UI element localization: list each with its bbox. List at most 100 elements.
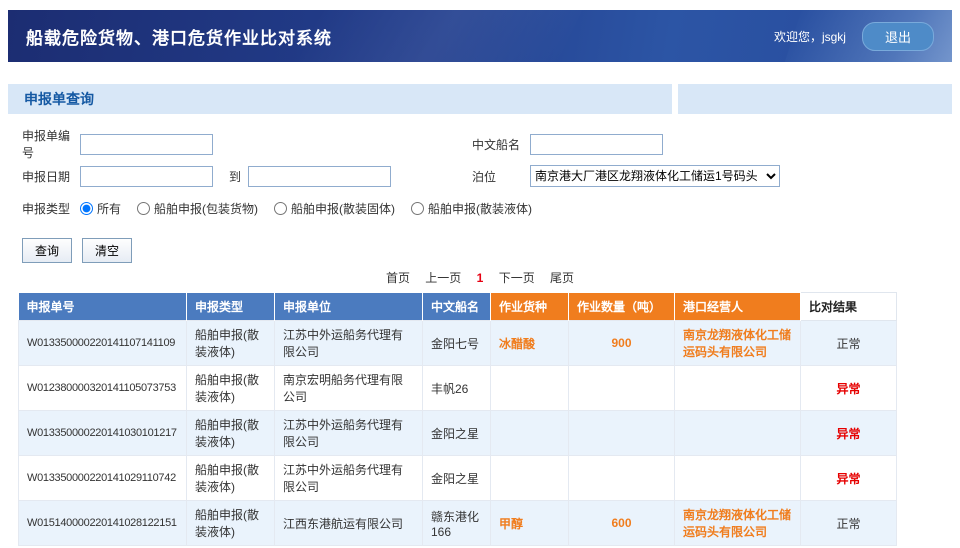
col-declaration-unit: 申报单位 bbox=[275, 293, 423, 321]
table-row: W013350000220141107141109 船舶申报(散装液体) 江苏中… bbox=[19, 321, 897, 366]
form-group-berth: 泊位 南京港大厂港区龙翔液体化工储运1号码头 bbox=[472, 160, 780, 192]
cell-port-operator: 南京龙翔液体化工储运码头有限公司 bbox=[675, 321, 801, 366]
cell-compare-result: 异常 bbox=[801, 456, 897, 501]
declare-type-label: 申报类型 bbox=[22, 200, 80, 217]
cell-cargo-type bbox=[491, 456, 569, 501]
app-title: 船载危险货物、港口危货作业比对系统 bbox=[26, 24, 332, 49]
type-radio-packaged-input[interactable] bbox=[137, 202, 150, 215]
type-radio-all-label: 所有 bbox=[97, 200, 121, 217]
pagination: 首页 上一页 1 下一页 尾页 bbox=[8, 269, 952, 286]
section-bar-side bbox=[678, 84, 952, 114]
cell-ship-name: 丰帆26 bbox=[423, 366, 491, 411]
cell-port-operator: 南京龙翔液体化工储运码头有限公司 bbox=[675, 501, 801, 546]
cell-compare-result: 异常 bbox=[801, 411, 897, 456]
berth-select[interactable]: 南京港大厂港区龙翔液体化工储运1号码头 bbox=[530, 165, 780, 187]
query-form: 申报单编号 中文船名 申报日期 到 泊位 南京港大厂港区龙翔液体化工储运1号码头… bbox=[8, 114, 952, 224]
col-port-operator: 港口经营人 bbox=[675, 293, 801, 321]
table-row: W013350000220141029110742 船舶申报(散装液体) 江苏中… bbox=[19, 456, 897, 501]
type-radio-bulk-liquid-input[interactable] bbox=[411, 202, 424, 215]
form-group-ship-name: 中文船名 bbox=[472, 128, 663, 160]
cell-quantity bbox=[569, 411, 675, 456]
ship-name-label: 中文船名 bbox=[472, 136, 530, 153]
type-radio-packaged-label: 船舶申报(包装货物) bbox=[154, 200, 258, 217]
type-radio-bulk-solid-input[interactable] bbox=[274, 202, 287, 215]
page-title: 申报单查询 bbox=[24, 89, 94, 109]
declaration-no-label: 申报单编号 bbox=[22, 127, 80, 161]
type-radio-bulk-liquid[interactable]: 船舶申报(散装液体) bbox=[411, 200, 532, 217]
table-row: W015140000220141028122151 船舶申报(散装液体) 江西东… bbox=[19, 501, 897, 546]
type-radio-bulk-solid-label: 船舶申报(散装固体) bbox=[291, 200, 395, 217]
declare-date-label: 申报日期 bbox=[22, 168, 80, 185]
cell-cargo-type: 甲醇 bbox=[491, 501, 569, 546]
top-header: 船载危险货物、港口危货作业比对系统 欢迎您，jsgkj 退出 bbox=[8, 10, 952, 62]
cell-declaration-unit: 江西东港航运有限公司 bbox=[275, 501, 423, 546]
cell-port-operator bbox=[675, 411, 801, 456]
cell-declaration-unit: 江苏中外运船务代理有限公司 bbox=[275, 321, 423, 366]
logout-button[interactable]: 退出 bbox=[862, 22, 934, 51]
welcome-text: 欢迎您，jsgkj bbox=[774, 28, 846, 45]
table-row: W013350000220141030101217 船舶申报(散装液体) 江苏中… bbox=[19, 411, 897, 456]
cell-declaration-no: W013350000220141029110742 bbox=[19, 456, 187, 501]
type-radio-all[interactable]: 所有 bbox=[80, 200, 121, 217]
cell-declaration-type: 船舶申报(散装液体) bbox=[187, 501, 275, 546]
cell-declaration-type: 船舶申报(散装液体) bbox=[187, 321, 275, 366]
pagination-prev[interactable]: 上一页 bbox=[425, 271, 461, 285]
cell-quantity: 900 bbox=[569, 321, 675, 366]
cell-quantity: 600 bbox=[569, 501, 675, 546]
cell-declaration-unit: 江苏中外运船务代理有限公司 bbox=[275, 411, 423, 456]
type-radio-bulk-liquid-label: 船舶申报(散装液体) bbox=[428, 200, 532, 217]
date-to-word: 到 bbox=[229, 168, 241, 185]
cell-declaration-type: 船舶申报(散装液体) bbox=[187, 366, 275, 411]
pagination-current-page: 1 bbox=[477, 271, 484, 285]
ship-name-input[interactable] bbox=[530, 134, 663, 155]
table-row: W012380000320141105073753 船舶申报(散装液体) 南京宏… bbox=[19, 366, 897, 411]
cell-cargo-type bbox=[491, 411, 569, 456]
cell-declaration-type: 船舶申报(散装液体) bbox=[187, 411, 275, 456]
cell-declaration-no: W013350000220141107141109 bbox=[19, 321, 187, 366]
cell-compare-result: 异常 bbox=[801, 366, 897, 411]
table-header-row: 申报单号 申报类型 申报单位 中文船名 作业货种 作业数量（吨） 港口经营人 比… bbox=[19, 293, 897, 321]
col-declaration-type: 申报类型 bbox=[187, 293, 275, 321]
cell-declaration-no: W012380000320141105073753 bbox=[19, 366, 187, 411]
col-ship-name: 中文船名 bbox=[423, 293, 491, 321]
cell-ship-name: 金阳之星 bbox=[423, 411, 491, 456]
cell-port-operator bbox=[675, 366, 801, 411]
col-compare-result: 比对结果 bbox=[801, 293, 897, 321]
cell-compare-result: 正常 bbox=[801, 501, 897, 546]
cell-port-operator bbox=[675, 456, 801, 501]
pagination-first[interactable]: 首页 bbox=[386, 271, 410, 285]
type-radio-bulk-solid[interactable]: 船舶申报(散装固体) bbox=[274, 200, 395, 217]
declaration-no-input[interactable] bbox=[80, 134, 213, 155]
cell-ship-name: 金阳七号 bbox=[423, 321, 491, 366]
header-right: 欢迎您，jsgkj 退出 bbox=[774, 22, 934, 51]
form-actions: 查询 清空 bbox=[8, 224, 952, 267]
form-row-1: 申报单编号 中文船名 bbox=[22, 128, 938, 160]
date-from-input[interactable] bbox=[80, 166, 213, 187]
type-radio-packaged[interactable]: 船舶申报(包装货物) bbox=[137, 200, 258, 217]
cell-quantity bbox=[569, 456, 675, 501]
cell-ship-name: 金阳之星 bbox=[423, 456, 491, 501]
section-bar-main: 申报单查询 bbox=[8, 84, 672, 114]
cell-quantity bbox=[569, 366, 675, 411]
cell-compare-result: 正常 bbox=[801, 321, 897, 366]
col-cargo-type: 作业货种 bbox=[491, 293, 569, 321]
cell-cargo-type bbox=[491, 366, 569, 411]
type-radio-all-input[interactable] bbox=[80, 202, 93, 215]
cell-declaration-unit: 南京宏明船务代理有限公司 bbox=[275, 366, 423, 411]
section-bar: 申报单查询 bbox=[8, 84, 952, 114]
col-declaration-no: 申报单号 bbox=[19, 293, 187, 321]
clear-button[interactable]: 清空 bbox=[82, 238, 132, 263]
query-button[interactable]: 查询 bbox=[22, 238, 72, 263]
col-quantity: 作业数量（吨） bbox=[569, 293, 675, 321]
pagination-last[interactable]: 尾页 bbox=[550, 271, 574, 285]
cell-declaration-no: W015140000220141028122151 bbox=[19, 501, 187, 546]
cell-cargo-type: 冰醋酸 bbox=[491, 321, 569, 366]
berth-label: 泊位 bbox=[472, 168, 530, 185]
page: 船载危险货物、港口危货作业比对系统 欢迎您，jsgkj 退出 申报单查询 申报单… bbox=[8, 10, 952, 546]
cell-ship-name: 赣东港化166 bbox=[423, 501, 491, 546]
cell-declaration-unit: 江苏中外运船务代理有限公司 bbox=[275, 456, 423, 501]
form-row-2: 申报日期 到 泊位 南京港大厂港区龙翔液体化工储运1号码头 bbox=[22, 160, 938, 192]
form-row-3: 申报类型 所有 船舶申报(包装货物) 船舶申报(散装固体) 船舶申报(散装液体) bbox=[22, 192, 938, 224]
pagination-next[interactable]: 下一页 bbox=[499, 271, 535, 285]
date-to-input[interactable] bbox=[248, 166, 391, 187]
